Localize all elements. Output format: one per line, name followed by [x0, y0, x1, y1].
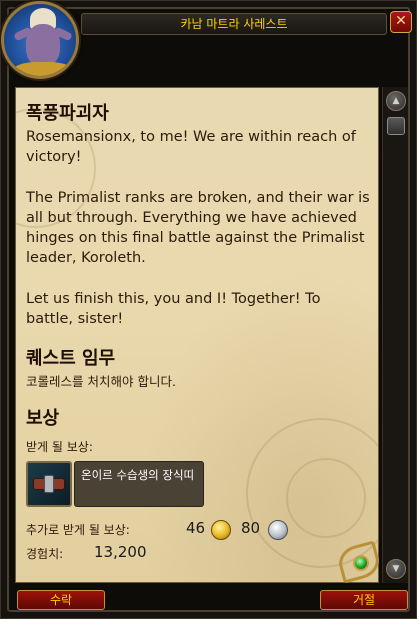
- green-gem-icon: [353, 555, 369, 571]
- quest-window: 카남 마트라 사레스트 ✕ 폭풍파괴자 Rosemansionx, to me!…: [0, 0, 417, 619]
- window-title: 카남 마트라 사레스트: [81, 13, 387, 35]
- npc-portrait: [1, 1, 79, 79]
- scroll-down-button[interactable]: ▼: [386, 559, 406, 579]
- corner-ornament: [335, 540, 383, 585]
- quest-description-p1: Rosemansionx, to me! We are within reach…: [26, 129, 356, 165]
- close-button[interactable]: ✕: [390, 11, 412, 33]
- reward-item[interactable]: 온이르 수습생의 장식띠: [26, 461, 372, 509]
- objectives-heading: 퀘스트 임무: [26, 348, 116, 369]
- accept-button[interactable]: 수락: [17, 590, 105, 610]
- close-icon: ✕: [395, 13, 407, 29]
- quest-text-content: 폭풍파괴자 Rosemansionx, to me! We are within…: [26, 102, 372, 563]
- belt-buckle: [44, 475, 54, 493]
- xp-label: 경험치:: [26, 547, 64, 561]
- quest-description-p2: The Primalist ranks are broken, and thei…: [26, 190, 370, 266]
- quest-title: 폭풍파괴자: [26, 103, 109, 124]
- belt-icon[interactable]: [26, 461, 72, 507]
- quest-description-p3: Let us finish this, you and I! Together!…: [26, 291, 321, 327]
- portrait-face: [26, 24, 60, 66]
- reward-item-name[interactable]: 온이르 수습생의 장식띠: [74, 461, 204, 507]
- arrow-up-icon: ▲: [392, 96, 400, 106]
- gold-amount: 46: [186, 519, 206, 537]
- scrollbar[interactable]: ▲ ▼: [382, 87, 408, 583]
- xp-reward: 경험치: 13,200: [26, 543, 372, 563]
- quest-parchment: 폭풍파괴자 Rosemansionx, to me! We are within…: [15, 87, 379, 583]
- objective-text: 코롤레스를 처치해야 합니다.: [26, 374, 176, 389]
- silver-coin-icon: [268, 520, 288, 540]
- gold-coin-icon: [211, 520, 231, 540]
- scroll-thumb[interactable]: [387, 117, 405, 135]
- receive-label: 받게 될 보상:: [26, 440, 93, 454]
- scroll-up-button[interactable]: ▲: [386, 91, 406, 111]
- bonus-label: 추가로 받게 될 보상:: [26, 523, 130, 537]
- decline-button[interactable]: 거절: [320, 590, 408, 610]
- arrow-down-icon: ▼: [392, 564, 400, 574]
- silver-amount: 80: [241, 519, 261, 537]
- rewards-heading: 보상: [26, 408, 60, 429]
- xp-value: 13,200: [94, 543, 147, 561]
- money-reward: 추가로 받게 될 보상: 46 80: [26, 519, 372, 540]
